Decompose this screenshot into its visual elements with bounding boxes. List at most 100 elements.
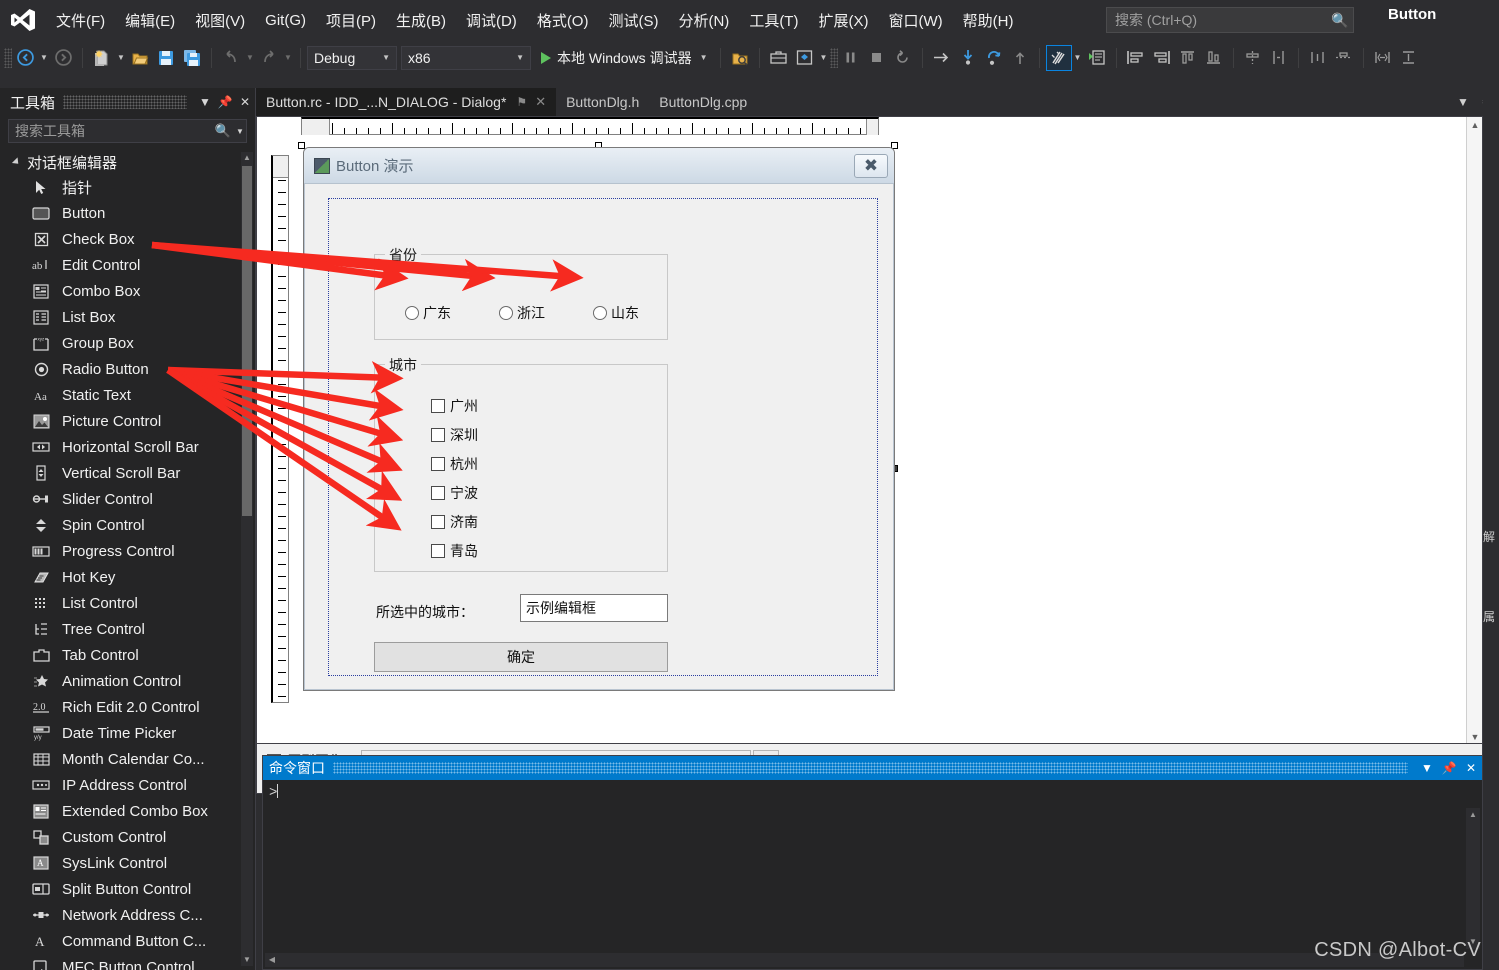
toolbox-item-vertical-scroll-bar[interactable]: Vertical Scroll Bar bbox=[0, 460, 256, 486]
run-tests-icon[interactable] bbox=[1084, 45, 1110, 71]
chevron-down-icon[interactable]: ▼ bbox=[234, 127, 246, 136]
toolbox-item-extended-combo-box[interactable]: Extended Combo Box bbox=[0, 798, 256, 824]
check-box-2[interactable]: 杭州 bbox=[431, 454, 478, 474]
toolbox-scroll-thumb[interactable] bbox=[242, 166, 252, 516]
toolbox-item-edit-control[interactable]: ab Edit Control bbox=[0, 252, 256, 278]
toolbar-grip[interactable] bbox=[829, 47, 838, 68]
document-tab-2[interactable]: ButtonDlg.cpp bbox=[649, 88, 758, 116]
scroll-down-icon[interactable]: ▼ bbox=[1467, 729, 1482, 743]
toolbox-item-button[interactable]: Button bbox=[0, 200, 256, 226]
check-box-5[interactable]: 青岛 bbox=[431, 541, 478, 561]
menu-item-6[interactable]: 调试(D) bbox=[456, 6, 527, 35]
triangle-expanded-icon[interactable] bbox=[11, 157, 22, 167]
toolbox-item-custom-control[interactable]: Custom Control bbox=[0, 824, 256, 850]
toolbox-item-month-calendar-co[interactable]: Month Calendar Co... bbox=[0, 746, 256, 772]
radio-button-1[interactable]: 浙江 bbox=[499, 303, 545, 323]
step-out-icon[interactable] bbox=[981, 45, 1007, 71]
check-box-1[interactable]: 深圳 bbox=[431, 425, 478, 445]
scroll-left-icon[interactable]: ◀ bbox=[265, 953, 279, 967]
ok-button[interactable]: 确定 bbox=[374, 642, 668, 672]
dialog-preview[interactable]: Button 演示 ✖ 省份 广东 浙江 山东 城市 广州 深圳 杭州 宁波 济南 青岛 所选… bbox=[303, 147, 895, 691]
solution-configuration-combo[interactable]: Debug ▼ bbox=[307, 45, 397, 70]
step-over-icon[interactable] bbox=[929, 45, 955, 71]
close-icon[interactable]: ✕ bbox=[535, 94, 546, 110]
ruler-right-guide[interactable] bbox=[866, 119, 878, 135]
command-window-vertical-scrollbar[interactable]: ▲ ▼ bbox=[1466, 808, 1480, 949]
chevron-down-icon[interactable]: ▼ bbox=[1416, 761, 1438, 775]
command-window-body[interactable]: > ▲ ▼ ◀ bbox=[263, 780, 1482, 969]
toolbox-item-list-box[interactable]: List Box bbox=[0, 304, 256, 330]
toolbox-item-picture-control[interactable]: Picture Control bbox=[0, 408, 256, 434]
menu-item-9[interactable]: 分析(N) bbox=[668, 6, 739, 35]
radio-button-0[interactable]: 广东 bbox=[405, 303, 451, 323]
group-box-province[interactable]: 省份 广东 浙江 山东 bbox=[374, 245, 668, 340]
menu-item-10[interactable]: 工具(T) bbox=[739, 6, 808, 35]
menu-item-4[interactable]: 项目(P) bbox=[316, 6, 386, 35]
menu-item-1[interactable]: 编辑(E) bbox=[115, 6, 185, 35]
toolbox-group-dialog-editor[interactable]: 对话框编辑器 bbox=[0, 150, 256, 174]
toolbox-search-input[interactable]: 搜索工具箱 bbox=[9, 121, 212, 141]
menu-item-3[interactable]: Git(G) bbox=[255, 8, 316, 33]
toolbox-scrollbar[interactable]: ▲ ▼ bbox=[241, 152, 253, 966]
scroll-up-icon[interactable]: ▲ bbox=[1466, 808, 1480, 822]
navigate-back-dropdown-icon[interactable]: ▼ bbox=[38, 53, 50, 62]
pin-icon[interactable]: 📌 bbox=[215, 95, 235, 109]
toolbox-item-ip-address-control[interactable]: IP Address Control bbox=[0, 772, 256, 798]
save-all-icon[interactable] bbox=[179, 45, 205, 71]
toolbox-item-[interactable]: 指针 bbox=[0, 174, 256, 200]
command-window-prompt[interactable]: > bbox=[263, 780, 1482, 801]
document-tab-1[interactable]: ButtonDlg.h bbox=[556, 88, 650, 116]
menu-item-0[interactable]: 文件(F) bbox=[46, 6, 115, 35]
navigate-back-icon[interactable] bbox=[12, 45, 38, 71]
toolbox-item-horizontal-scroll-bar[interactable]: Horizontal Scroll Bar bbox=[0, 434, 256, 460]
properties-window-icon[interactable] bbox=[792, 45, 818, 71]
global-search-input[interactable]: 搜索 (Ctrl+Q) bbox=[1107, 10, 1327, 30]
menu-item-7[interactable]: 格式(O) bbox=[527, 6, 599, 35]
toolbox-item-radio-button[interactable]: Radio Button bbox=[0, 356, 256, 382]
toolbox-item-spin-control[interactable]: Spin Control bbox=[0, 512, 256, 538]
toolbox-item-combo-box[interactable]: Combo Box bbox=[0, 278, 256, 304]
search-in-file-icon[interactable] bbox=[727, 45, 753, 71]
scroll-down-icon[interactable]: ▼ bbox=[241, 954, 253, 966]
start-debugging-button[interactable]: 本地 Windows 调试器 ▼ bbox=[535, 48, 714, 68]
menu-item-13[interactable]: 帮助(H) bbox=[953, 6, 1024, 35]
toolbox-item-hot-key[interactable]: Hot Key bbox=[0, 564, 256, 590]
check-box-0[interactable]: 广州 bbox=[431, 396, 478, 416]
save-icon[interactable] bbox=[153, 45, 179, 71]
menu-item-12[interactable]: 窗口(W) bbox=[878, 6, 952, 35]
toolbox-item-split-button-control[interactable]: Split Button Control bbox=[0, 876, 256, 902]
toolbox-item-rich-edit-2-0-control[interactable]: 2.0 Rich Edit 2.0 Control bbox=[0, 694, 256, 720]
chevron-down-icon[interactable]: ▼ bbox=[1072, 53, 1084, 62]
toolbox-item-mfc-button-control[interactable]: MFC Button Control bbox=[0, 954, 256, 970]
document-tab-0[interactable]: Button.rc - IDD_...N_DIALOG - Dialog* ⚑ ✕ bbox=[256, 88, 557, 116]
toolbox-item-tab-control[interactable]: Tab Control bbox=[0, 642, 256, 668]
open-file-icon[interactable] bbox=[127, 45, 153, 71]
right-docked-panel-sliver[interactable]: 解 属 bbox=[1483, 88, 1499, 970]
design-vertical-scrollbar[interactable]: ▲ ▼ bbox=[1466, 117, 1482, 743]
step-into-icon[interactable] bbox=[955, 45, 981, 71]
close-icon[interactable]: ✕ bbox=[1460, 761, 1482, 775]
new-item-dropdown-icon[interactable]: ▼ bbox=[115, 53, 127, 62]
check-box-4[interactable]: 济南 bbox=[431, 512, 478, 532]
chevron-down-icon[interactable]: ▼ bbox=[818, 53, 830, 62]
toolbox-item-command-button-c[interactable]: A Command Button C... bbox=[0, 928, 256, 954]
check-box-3[interactable]: 宁波 bbox=[431, 483, 478, 503]
pin-icon[interactable]: ⚑ bbox=[516, 95, 527, 109]
close-icon[interactable]: ✖ bbox=[854, 153, 888, 178]
toolbox-item-animation-control[interactable]: Animation Control bbox=[0, 668, 256, 694]
chevron-down-icon[interactable]: ▼ bbox=[195, 95, 215, 109]
new-item-icon[interactable] bbox=[89, 45, 115, 71]
dialog-design-surface[interactable]: Button 演示 ✖ 省份 广东 浙江 山东 城市 广州 深圳 杭州 宁波 济南 青岛 所选… bbox=[256, 116, 1483, 744]
toolbox-item-slider-control[interactable]: Slider Control bbox=[0, 486, 256, 512]
toolbox-item-check-box[interactable]: Check Box bbox=[0, 226, 256, 252]
align-lefts-icon[interactable] bbox=[1123, 45, 1149, 71]
pin-icon[interactable]: 📌 bbox=[1438, 761, 1460, 775]
test-explorer-icon[interactable] bbox=[1045, 44, 1072, 71]
toolbox-item-syslink-control[interactable]: A SysLink Control bbox=[0, 850, 256, 876]
chevron-down-icon[interactable]: ▼ bbox=[1451, 95, 1475, 109]
ruler-top-guide[interactable] bbox=[273, 156, 288, 178]
selected-city-edit[interactable]: 示例编辑框 bbox=[520, 594, 668, 622]
toolbox-item-list-control[interactable]: List Control bbox=[0, 590, 256, 616]
command-window-drag-handle[interactable] bbox=[333, 762, 1408, 774]
menu-item-8[interactable]: 测试(S) bbox=[598, 6, 668, 35]
